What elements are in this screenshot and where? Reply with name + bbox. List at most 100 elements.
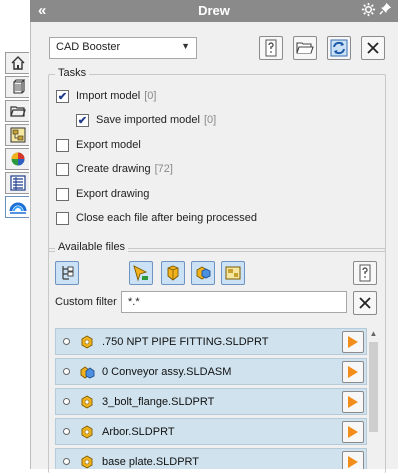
file-name: 0 Conveyor assy.SLDASM bbox=[102, 365, 232, 378]
task-save-imported-model[interactable]: ✔ Save imported model [0] bbox=[76, 112, 216, 128]
task-label: Create drawing bbox=[76, 163, 151, 175]
assembly-icon bbox=[196, 266, 211, 280]
profile-toolbar: CAD Booster ▼ bbox=[49, 36, 390, 63]
task-create-drawing[interactable]: Create drawing [72] bbox=[56, 161, 173, 177]
panel-titlebar: « Drew bbox=[30, 0, 398, 22]
file-name: 3_bolt_flange.SLDPRT bbox=[102, 395, 215, 408]
custom-properties-tab[interactable] bbox=[5, 172, 29, 194]
cad-booster-tab[interactable] bbox=[5, 196, 29, 218]
tasks-group: Tasks ✔ Import model [0] ✔ Save imported… bbox=[48, 67, 386, 252]
radio-button[interactable] bbox=[63, 368, 70, 375]
filter-assemblies-button[interactable] bbox=[191, 261, 215, 285]
play-icon bbox=[348, 425, 358, 438]
run-file-button[interactable] bbox=[342, 390, 364, 413]
folder-icon bbox=[9, 106, 26, 117]
file-name: .750 NPT PIPE FITTING.SLDPRT bbox=[102, 335, 269, 348]
profile-select[interactable]: CAD Booster ▼ bbox=[49, 37, 197, 59]
parts-tab[interactable] bbox=[5, 76, 29, 98]
show-tree-toggle[interactable] bbox=[55, 261, 79, 285]
chevron-down-icon: ▼ bbox=[181, 41, 190, 51]
close-icon bbox=[367, 42, 379, 54]
scrollbar-thumb[interactable] bbox=[369, 342, 378, 432]
play-icon bbox=[348, 455, 358, 468]
refresh-icon bbox=[330, 39, 348, 57]
parts-icon bbox=[12, 79, 25, 94]
open-folder-icon bbox=[296, 42, 314, 54]
custom-filter-label: Custom filter bbox=[55, 296, 117, 308]
part-icon bbox=[78, 393, 96, 411]
appearances-tab[interactable] bbox=[5, 148, 29, 170]
task-count: [72] bbox=[154, 163, 173, 175]
radio-button[interactable] bbox=[63, 428, 70, 435]
filter-drawings-button[interactable] bbox=[221, 261, 245, 285]
task-count: [0] bbox=[203, 114, 217, 126]
run-file-button[interactable] bbox=[342, 360, 364, 383]
appearance-icon bbox=[11, 152, 24, 166]
run-file-button[interactable] bbox=[342, 450, 364, 469]
radio-button[interactable] bbox=[63, 338, 70, 345]
file-row[interactable]: .750 NPT PIPE FITTING.SLDPRT bbox=[55, 328, 367, 355]
save-imported-model-checkbox[interactable]: ✔ bbox=[76, 113, 89, 127]
tasks-group-label: Tasks bbox=[55, 67, 90, 79]
task-export-model[interactable]: Export model bbox=[56, 137, 141, 153]
view-palette-tab[interactable] bbox=[5, 124, 29, 146]
file-explorer-tab[interactable] bbox=[5, 100, 29, 122]
import-model-checkbox[interactable]: ✔ bbox=[56, 89, 69, 103]
task-export-drawing[interactable]: Export drawing bbox=[56, 186, 149, 202]
part-icon bbox=[78, 453, 96, 470]
part-icon bbox=[78, 333, 96, 351]
file-list-scrollbar[interactable]: ▲ bbox=[367, 326, 380, 469]
tree-view-icon bbox=[62, 266, 74, 280]
files-help-button[interactable] bbox=[353, 261, 377, 285]
export-drawing-checkbox[interactable] bbox=[56, 187, 69, 201]
drawing-icon bbox=[225, 266, 241, 280]
settings-gear-icon[interactable] bbox=[361, 2, 376, 21]
export-model-checkbox[interactable] bbox=[56, 138, 69, 152]
tree-icon bbox=[10, 127, 25, 143]
file-row[interactable]: 0 Conveyor assy.SLDASM bbox=[55, 358, 367, 385]
properties-list-icon bbox=[9, 175, 26, 191]
play-icon bbox=[348, 395, 358, 408]
task-label: Close each file after being processed bbox=[76, 212, 257, 224]
cad-booster-panel: CAD Booster ▼ Tasks ✔ Import model [0] ✔… bbox=[30, 22, 398, 473]
task-pane-tab-strip bbox=[0, 0, 30, 469]
file-name: base plate.SLDPRT bbox=[102, 455, 200, 468]
close-icon bbox=[359, 297, 371, 309]
task-close-each-file[interactable]: Close each file after being processed bbox=[56, 210, 257, 226]
pin-icon[interactable] bbox=[379, 2, 392, 18]
task-label: Export model bbox=[76, 139, 141, 151]
task-import-model[interactable]: ✔ Import model [0] bbox=[56, 88, 156, 104]
task-count: [0] bbox=[144, 90, 157, 102]
custom-filter-input[interactable]: *.* bbox=[121, 291, 347, 313]
cursor-select-icon bbox=[133, 265, 148, 282]
assembly-icon bbox=[78, 363, 96, 381]
close-panel-button[interactable] bbox=[361, 36, 385, 60]
clear-filter-button[interactable] bbox=[353, 291, 377, 315]
create-drawing-checkbox[interactable] bbox=[56, 162, 69, 176]
part-icon bbox=[78, 423, 96, 441]
scroll-up-arrow-icon[interactable]: ▲ bbox=[367, 326, 380, 340]
task-label: Export drawing bbox=[76, 188, 150, 200]
file-row[interactable]: 3_bolt_flange.SLDPRT bbox=[55, 388, 367, 415]
home-tab[interactable] bbox=[5, 52, 29, 74]
run-file-button[interactable] bbox=[342, 330, 364, 353]
filter-parts-button[interactable] bbox=[161, 261, 185, 285]
help-button[interactable] bbox=[259, 36, 283, 60]
file-row[interactable]: Arbor.SLDPRT bbox=[55, 418, 367, 445]
radio-button[interactable] bbox=[63, 398, 70, 405]
available-files-label: Available files bbox=[55, 241, 129, 253]
radio-button[interactable] bbox=[63, 458, 70, 465]
close-each-file-checkbox[interactable] bbox=[56, 211, 69, 225]
play-icon bbox=[348, 335, 358, 348]
help-icon bbox=[359, 264, 371, 282]
open-folder-button[interactable] bbox=[293, 36, 317, 60]
run-file-button[interactable] bbox=[342, 420, 364, 443]
refresh-button[interactable] bbox=[327, 36, 351, 60]
file-row[interactable]: base plate.SLDPRT bbox=[55, 448, 367, 469]
help-icon bbox=[265, 39, 277, 57]
cad-booster-icon bbox=[9, 202, 26, 214]
task-label: Save imported model bbox=[96, 114, 200, 126]
filter-selected-button[interactable] bbox=[129, 261, 153, 285]
profile-select-value: CAD Booster bbox=[56, 41, 121, 53]
file-name: Arbor.SLDPRT bbox=[102, 425, 175, 438]
